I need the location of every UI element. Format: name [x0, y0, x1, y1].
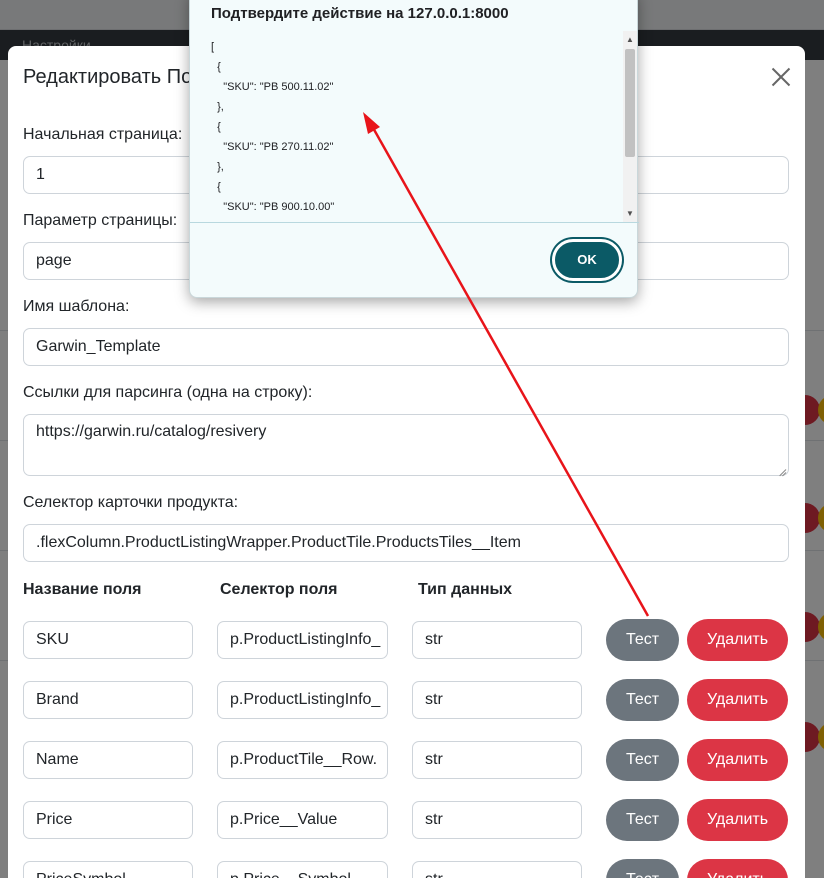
- dialog-scrollbar[interactable]: ▲ ▼: [623, 31, 637, 222]
- field-selector-header: Селектор поля: [220, 581, 338, 598]
- test-button[interactable]: Тест: [606, 859, 679, 878]
- test-button[interactable]: Тест: [606, 739, 679, 781]
- delete-button[interactable]: Удалить: [687, 679, 788, 721]
- modal-title: Редактировать По: [23, 66, 193, 88]
- data-type-input[interactable]: str: [412, 741, 582, 779]
- resize-handle-icon[interactable]: [776, 463, 786, 473]
- links-textarea[interactable]: https://garwin.ru/catalog/resivery: [23, 414, 789, 476]
- ok-button[interactable]: OK: [552, 239, 622, 281]
- test-button[interactable]: Тест: [606, 679, 679, 721]
- links-label: Ссылки для парсинга (одна на строку):: [23, 384, 313, 401]
- field-row: Price p.Price__Value str Тест Удалить: [8, 799, 805, 841]
- close-icon[interactable]: [768, 64, 794, 90]
- card-selector-input[interactable]: .flexColumn.ProductListingWrapper.Produc…: [23, 524, 789, 562]
- card-selector-label: Селектор карточки продукта:: [23, 494, 239, 511]
- page-param-label: Параметр страницы:: [23, 212, 178, 229]
- template-name-input[interactable]: Garwin_Template: [23, 328, 789, 366]
- field-name-input[interactable]: SKU: [23, 621, 193, 659]
- template-name-label: Имя шаблона:: [23, 298, 130, 315]
- delete-button[interactable]: Удалить: [687, 739, 788, 781]
- delete-button[interactable]: Удалить: [687, 859, 788, 878]
- data-type-input[interactable]: str: [412, 621, 582, 659]
- data-type-input[interactable]: str: [412, 861, 582, 878]
- data-type-input[interactable]: str: [412, 681, 582, 719]
- delete-button[interactable]: Удалить: [687, 799, 788, 841]
- field-selector-input[interactable]: p.ProductTile__Row.: [217, 741, 388, 779]
- field-name-input[interactable]: Brand: [23, 681, 193, 719]
- field-name-input[interactable]: Price: [23, 801, 193, 839]
- data-type-header: Тип данных: [418, 581, 513, 598]
- field-selector-input[interactable]: p.ProductListingInfo_: [217, 621, 388, 659]
- confirm-dialog: Подтвердите действие на 127.0.0.1:8000 […: [189, 0, 639, 298]
- field-selector-input[interactable]: p.Price__Value: [217, 801, 388, 839]
- dialog-json-text: [ { "SKU": "PB 500.11.02" }, { "SKU": "P…: [211, 41, 335, 222]
- field-name-input[interactable]: PriceSymbol: [23, 861, 193, 878]
- dialog-message-area[interactable]: [ { "SKU": "PB 500.11.02" }, { "SKU": "P…: [190, 31, 639, 223]
- field-name-input[interactable]: Name: [23, 741, 193, 779]
- test-button[interactable]: Тест: [606, 619, 679, 661]
- field-row: PriceSymbol p.Price__Symbol str Тест Уда…: [8, 859, 805, 878]
- dialog-title: Подтвердите действие на 127.0.0.1:8000: [211, 5, 509, 22]
- field-row: Name p.ProductTile__Row. str Тест Удалит…: [8, 739, 805, 781]
- field-selector-input[interactable]: p.Price__Symbol: [217, 861, 388, 878]
- scroll-up-arrow-icon[interactable]: ▲: [626, 35, 634, 44]
- field-selector-input[interactable]: p.ProductListingInfo_: [217, 681, 388, 719]
- data-type-input[interactable]: str: [412, 801, 582, 839]
- field-row: SKU p.ProductListingInfo_ str Тест Удали…: [8, 619, 805, 661]
- scroll-down-arrow-icon[interactable]: ▼: [626, 209, 634, 218]
- start-page-label: Начальная страница:: [23, 126, 183, 143]
- links-textarea-value: https://garwin.ru/catalog/resivery: [36, 423, 267, 440]
- test-button[interactable]: Тест: [606, 799, 679, 841]
- scrollbar-thumb[interactable]: [625, 49, 635, 157]
- field-row: Brand p.ProductListingInfo_ str Тест Уда…: [8, 679, 805, 721]
- delete-button[interactable]: Удалить: [687, 619, 788, 661]
- field-name-header: Название поля: [23, 581, 142, 598]
